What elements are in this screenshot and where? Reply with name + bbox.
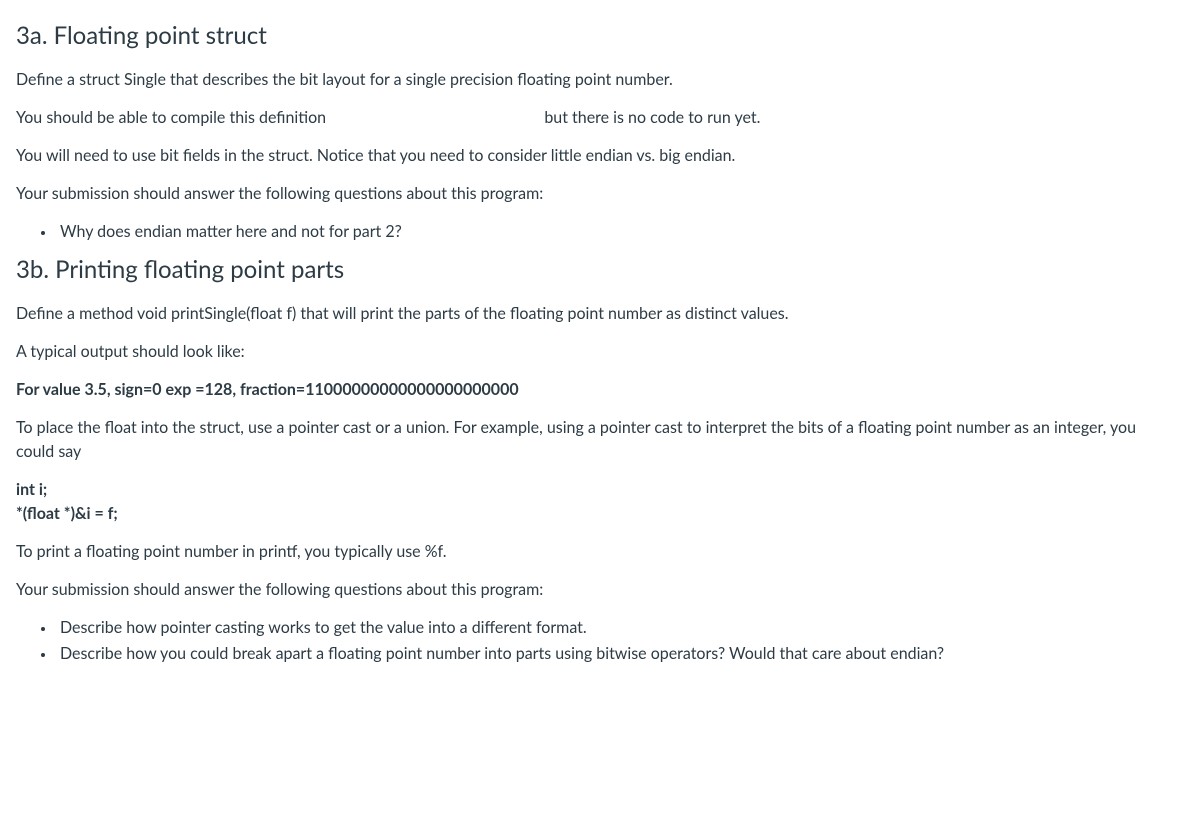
section-3b-heading: 3b. Printing floating point parts — [16, 252, 1171, 288]
section-3a-p2: You should be able to compile this defin… — [16, 106, 1171, 130]
code-example: int i; *(float *)&i = f; — [16, 478, 1171, 526]
list-item: Describe how pointer casting works to ge… — [56, 616, 1171, 640]
section-3b-bullets: Describe how pointer casting works to ge… — [16, 616, 1171, 666]
section-3b-p4: To print a floating point number in prin… — [16, 540, 1171, 564]
section-3a-heading: 3a. Floating point struct — [16, 18, 1171, 54]
section-3a-p2-part2: but there is no code to run yet. — [544, 108, 760, 127]
section-3b-p1: Define a method void printSingle(float f… — [16, 302, 1171, 326]
section-3b-p2: A typical output should look like: — [16, 340, 1171, 364]
section-3a-bullets: Why does endian matter here and not for … — [16, 220, 1171, 244]
list-item: Why does endian matter here and not for … — [56, 220, 1171, 244]
section-3b-output: For value 3.5, sign=0 exp =128, fraction… — [16, 378, 1171, 402]
code-line-2: *(float *)&i = f; — [16, 502, 1171, 526]
section-3b-p5: Your submission should answer the follow… — [16, 578, 1171, 602]
code-line-1: int i; — [16, 478, 1171, 502]
section-3a-p1: Define a struct Single that describes th… — [16, 68, 1171, 92]
list-item: Describe how you could break apart a flo… — [56, 642, 1171, 666]
section-3a-p3: You will need to use bit fields in the s… — [16, 144, 1171, 168]
section-3b-p3: To place the float into the struct, use … — [16, 416, 1171, 464]
section-3a-p2-part1: You should be able to compile this defin… — [16, 108, 326, 127]
section-3a-p4: Your submission should answer the follow… — [16, 182, 1171, 206]
